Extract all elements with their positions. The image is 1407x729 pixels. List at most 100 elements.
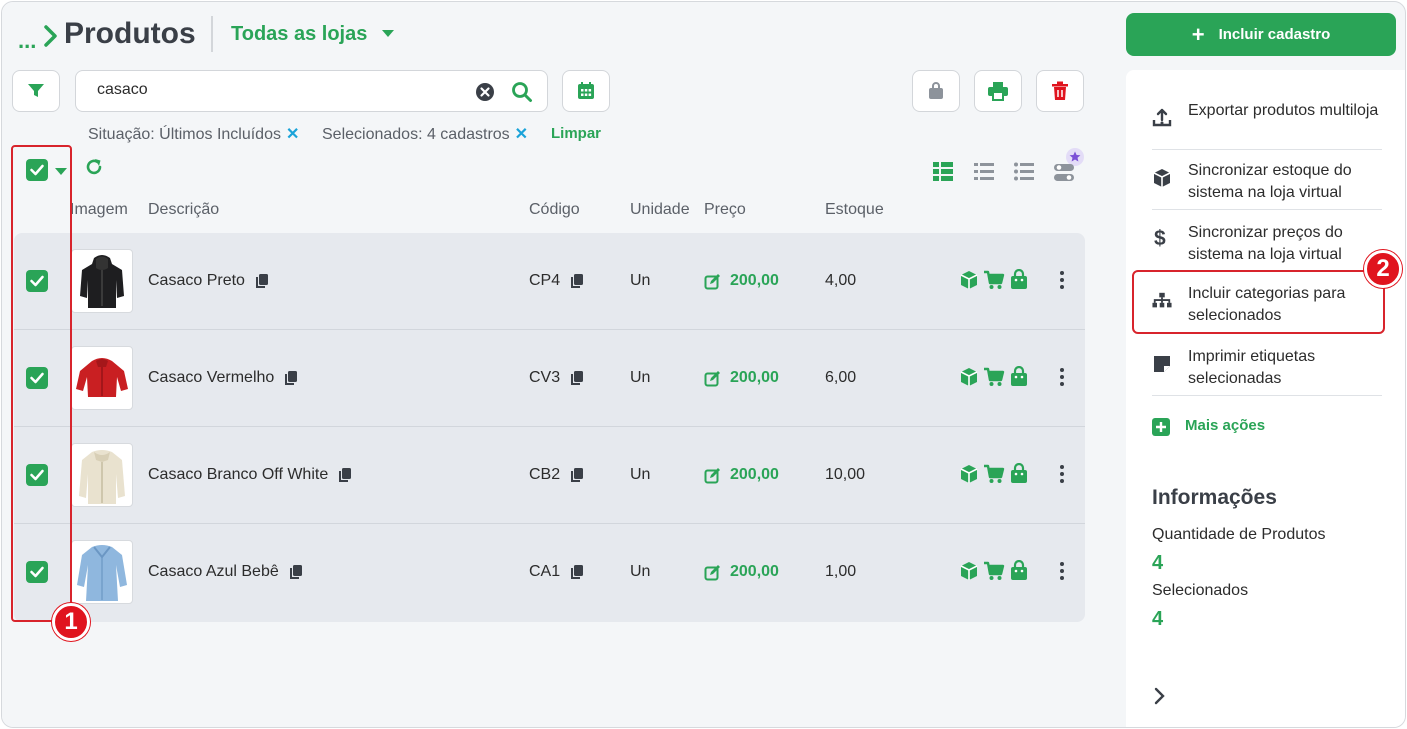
add-record-label: Incluir cadastro [1218, 26, 1331, 43]
copy-icon[interactable] [570, 564, 584, 580]
printer-icon [988, 82, 1008, 101]
clear-filters-link[interactable]: Limpar [551, 125, 601, 142]
copy-icon[interactable] [338, 467, 352, 483]
lightblue-coat-image [77, 545, 127, 601]
chevron-right-icon[interactable] [1153, 686, 1167, 706]
product-price[interactable]: 200,00 [730, 563, 779, 581]
product-price[interactable]: 200,00 [730, 369, 779, 387]
search-input[interactable] [97, 81, 457, 99]
product-description[interactable]: Casaco Vermelho [148, 369, 298, 387]
cart-icon[interactable] [983, 561, 1005, 581]
product-price[interactable]: 200,00 [730, 466, 779, 484]
product-unit: Un [630, 272, 651, 289]
clear-search-icon[interactable] [475, 82, 495, 102]
product-stock: 4,00 [825, 272, 857, 289]
shopping-bag-icon[interactable] [1009, 269, 1029, 290]
filter-chip-selecionados: Selecionados: 4 cadastros ✕ [322, 124, 528, 144]
plus-square-icon[interactable] [1152, 418, 1170, 436]
offwhite-coat-image [79, 450, 125, 504]
table-row[interactable]: Casaco Preto CP4 Un 200,00 4,00 [14, 233, 1085, 330]
store-bag-button[interactable] [912, 70, 960, 112]
row-menu-icon[interactable] [1058, 271, 1066, 292]
table-row[interactable]: Casaco Vermelho CV3 Un 200,00 6,00 [14, 330, 1085, 427]
product-thumbnail[interactable] [71, 540, 133, 604]
remove-chip-icon[interactable]: ✕ [286, 126, 299, 143]
product-description[interactable]: Casaco Preto [148, 272, 269, 290]
product-stock: 10,00 [825, 466, 866, 483]
search-icon[interactable] [511, 81, 533, 103]
shopping-bag-icon [929, 82, 943, 99]
filter-button[interactable] [12, 70, 60, 112]
more-actions-link[interactable]: Mais ações [1185, 417, 1265, 434]
plus-icon: + [1191, 21, 1205, 47]
shopping-bag-icon[interactable] [1009, 366, 1029, 387]
column-header-code[interactable]: Código [529, 201, 580, 219]
divider [211, 16, 213, 52]
edit-price-icon[interactable] [704, 370, 721, 387]
row-menu-icon[interactable] [1058, 368, 1066, 389]
product-price[interactable]: 200,00 [730, 272, 779, 290]
delete-button[interactable] [1036, 70, 1084, 112]
edit-price-icon[interactable] [704, 564, 721, 581]
remove-chip-icon[interactable]: ✕ [515, 126, 528, 143]
cart-icon[interactable] [983, 367, 1005, 387]
edit-price-icon[interactable] [704, 273, 721, 290]
copy-icon[interactable] [570, 467, 584, 483]
view-grid-list-icon[interactable] [932, 160, 954, 182]
description-text: Casaco Preto [148, 272, 245, 289]
export-icon [1152, 108, 1172, 127]
filter-chip-situacao: Situação: Últimos Incluídos ✕ [88, 124, 299, 144]
row-menu-icon[interactable] [1058, 465, 1066, 486]
product-thumbnail[interactable] [71, 346, 133, 410]
box-icon[interactable] [959, 270, 979, 290]
copy-icon[interactable] [570, 370, 584, 386]
column-header-stock[interactable]: Estoque [825, 201, 884, 219]
copy-icon[interactable] [255, 273, 269, 289]
table-row[interactable]: Casaco Azul Bebê CA1 Un 200,00 1,00 [14, 524, 1085, 621]
view-list-icon[interactable] [1013, 160, 1035, 182]
chevron-down-icon[interactable] [382, 30, 394, 37]
product-description[interactable]: Casaco Azul Bebê [148, 563, 303, 581]
edit-price-icon[interactable] [704, 467, 721, 484]
view-settings-toggle-icon[interactable] [1052, 148, 1086, 184]
search-box[interactable] [75, 70, 548, 112]
product-unit: Un [630, 563, 651, 580]
cart-icon[interactable] [983, 464, 1005, 484]
box-icon[interactable] [959, 464, 979, 484]
copy-icon[interactable] [284, 370, 298, 386]
add-record-button[interactable]: + Incluir cadastro [1126, 13, 1396, 56]
product-code: CA1 [529, 563, 584, 581]
column-header-unit[interactable]: Unidade [630, 201, 690, 219]
page-title: Produtos [64, 17, 196, 50]
product-thumbnail[interactable] [71, 249, 133, 313]
product-description[interactable]: Casaco Branco Off White [148, 466, 352, 484]
product-thumbnail[interactable] [71, 443, 133, 507]
store-selector[interactable]: Todas as lojas [231, 23, 367, 46]
column-header-description[interactable]: Descrição [148, 201, 219, 219]
shopping-bag-icon[interactable] [1009, 463, 1029, 484]
info-title: Informações [1152, 486, 1277, 509]
table-row[interactable]: Casaco Branco Off White CB2 Un 200,00 10… [14, 427, 1085, 524]
description-text: Casaco Azul Bebê [148, 563, 279, 580]
box-icon[interactable] [959, 367, 979, 387]
column-header-image: Imagem [70, 201, 128, 218]
breadcrumb-dots[interactable]: ... [18, 28, 36, 54]
shopping-bag-icon[interactable] [1009, 560, 1029, 581]
view-compact-list-icon[interactable] [973, 160, 995, 182]
date-filter-button[interactable] [562, 70, 610, 112]
cart-icon[interactable] [983, 270, 1005, 290]
red-jacket-image [76, 358, 128, 397]
row-menu-icon[interactable] [1058, 562, 1066, 583]
action-sync-prices[interactable]: $ Sincronizar preços do sistema na loja … [1152, 210, 1382, 272]
copy-icon[interactable] [570, 273, 584, 289]
refresh-icon[interactable] [84, 157, 104, 177]
selected-label: Selecionados [1152, 582, 1249, 599]
box-icon[interactable] [959, 561, 979, 581]
print-button[interactable] [974, 70, 1022, 112]
action-sync-stock[interactable]: Sincronizar estoque do sistema na loja v… [1152, 148, 1382, 210]
action-export-multistore[interactable]: Exportar produtos multiloja [1152, 88, 1382, 150]
column-header-price[interactable]: Preço [704, 201, 746, 219]
action-print-labels[interactable]: Imprimir etiquetas selecionadas [1152, 334, 1382, 396]
trash-icon [1052, 81, 1068, 100]
copy-icon[interactable] [289, 564, 303, 580]
